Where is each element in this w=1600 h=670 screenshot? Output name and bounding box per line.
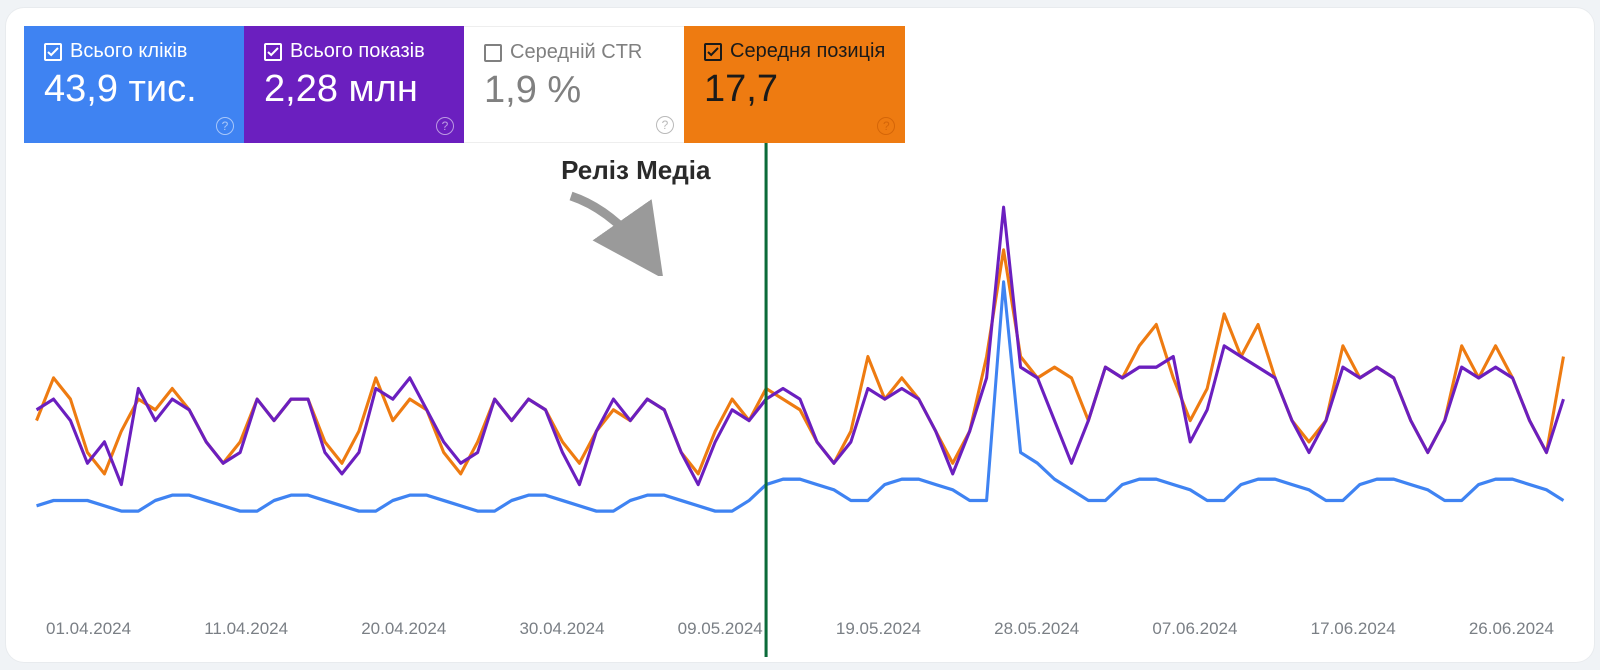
x-tick-label: 20.04.2024 (361, 619, 446, 639)
checkbox-icon (484, 44, 502, 62)
x-tick-label: 09.05.2024 (678, 619, 763, 639)
metric-label: Середній CTR (510, 41, 642, 64)
checkbox-icon (264, 43, 282, 61)
metric-position[interactable]: Середня позиція 17,7? (684, 26, 905, 143)
x-tick-label: 11.04.2024 (204, 619, 288, 639)
x-tick-label: 26.06.2024 (1469, 619, 1554, 639)
metric-value: 1,9 % (484, 70, 664, 112)
analytics-card: Всього кліків 43,9 тис.? Всього показів 2,2… (6, 8, 1594, 662)
x-tick-label: 30.04.2024 (519, 619, 604, 639)
x-tick-label: 28.05.2024 (994, 619, 1079, 639)
metrics-row: Всього кліків 43,9 тис.? Всього показів 2,2… (6, 8, 1594, 143)
x-tick-label: 19.05.2024 (836, 619, 921, 639)
metric-value: 43,9 тис. (44, 69, 224, 111)
checkbox-icon (704, 43, 722, 61)
metric-impressions[interactable]: Всього показів 2,28 млн? (244, 26, 464, 143)
metric-ctr[interactable]: Середній CTR 1,9 %? (464, 26, 684, 143)
x-tick-label: 17.06.2024 (1311, 619, 1396, 639)
metric-label: Середня позиція (730, 40, 885, 63)
metric-value: 2,28 млн (264, 69, 444, 111)
x-axis-labels: 01.04.2024 11.04.2024 20.04.2024 30.04.2024… (6, 619, 1594, 639)
chart-area: Реліз Медіа 01.04.202411.04.202420.04.20… (6, 143, 1594, 657)
help-icon[interactable]: ? (216, 117, 234, 135)
metric-label: Всього показів (290, 40, 425, 63)
metric-clicks[interactable]: Всього кліків 43,9 тис.? (24, 26, 244, 143)
checkbox-icon (44, 43, 62, 61)
help-icon[interactable]: ? (877, 117, 895, 135)
metric-value: 17,7 (704, 69, 885, 111)
help-icon[interactable]: ? (656, 116, 674, 134)
x-tick-label: 07.06.2024 (1152, 619, 1237, 639)
help-icon[interactable]: ? (436, 117, 454, 135)
line-chart (6, 143, 1594, 657)
metric-label: Всього кліків (70, 40, 187, 63)
x-tick-label: 01.04.2024 (46, 619, 131, 639)
